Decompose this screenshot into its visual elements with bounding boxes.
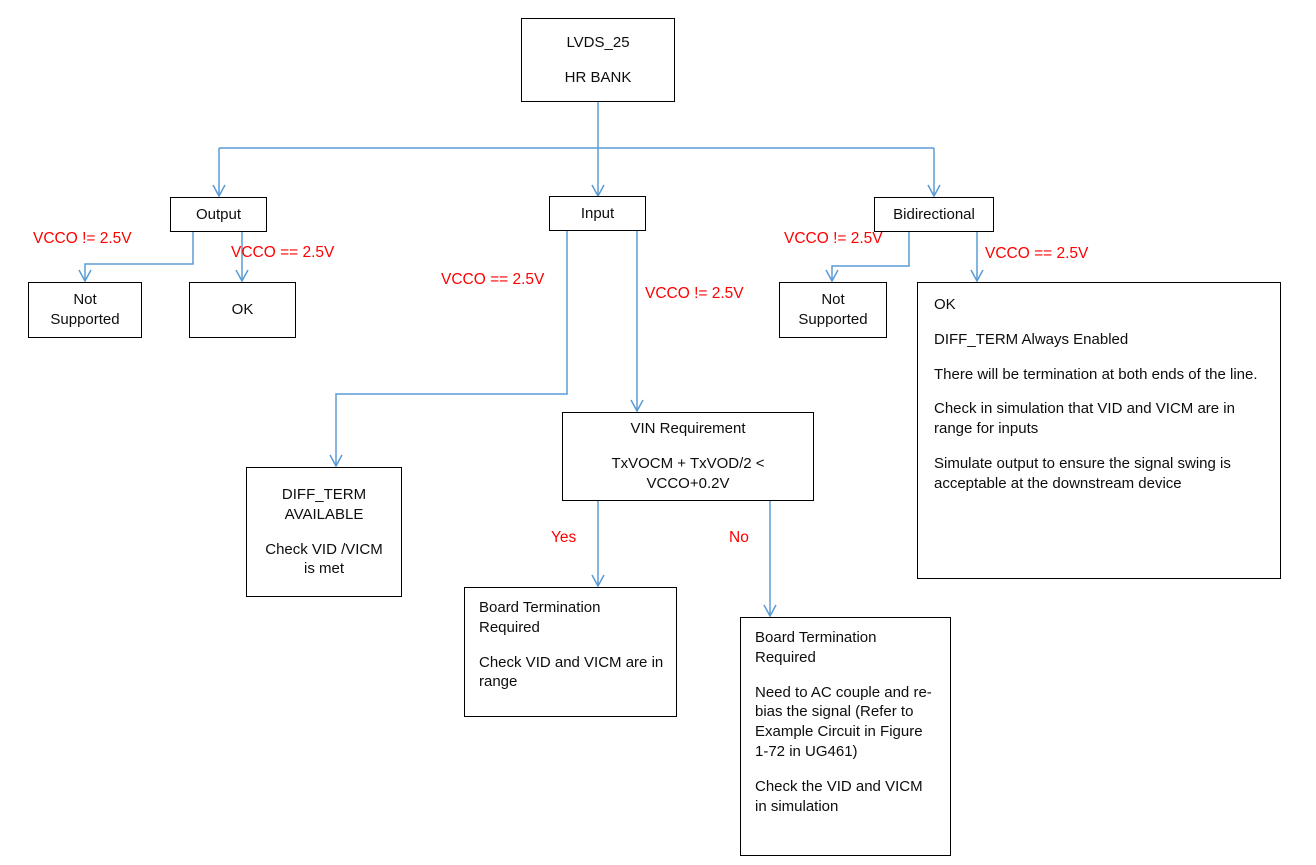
node-output-ok-label: OK (231, 301, 254, 319)
arrowhead-diff-term (329, 454, 343, 468)
edge-label-vin-no: No (729, 529, 749, 546)
node-diff-term-line3: Check VID /VICM (265, 540, 383, 558)
edge-label-vin-yes: Yes (551, 529, 577, 546)
edge-label-input-right: VCCO != 2.5V (645, 285, 744, 302)
node-output-not-supported-line1: Not (73, 291, 97, 309)
edge-label-output-not-supported: VCCO != 2.5V (33, 230, 132, 247)
node-bidir-ok-p4: Check in simulation that VID and VICM ar… (934, 400, 1235, 438)
node-output-not-supported[interactable]: Not Supported (28, 282, 142, 338)
arrowhead-vin-no (763, 604, 777, 618)
node-output-ok[interactable]: OK (189, 282, 296, 338)
arrowhead-bidir-ok (970, 269, 984, 283)
node-board-term-yes-p2: Check VID and VICM are in range (479, 653, 664, 691)
node-board-term-yes[interactable]: Board Termination Required Check VID and… (464, 587, 677, 717)
node-board-term-no-p3: Check the VID and VICM in simulation (755, 777, 923, 815)
arrowhead-output (212, 184, 226, 198)
flowchart-canvas: LVDS_25 HR BANK Output Input Bidirection… (0, 0, 1316, 865)
node-input-label: Input (580, 204, 615, 222)
node-bidir-not-supported-line2: Supported (798, 311, 868, 328)
node-vin-requirement[interactable]: VIN Requirement TxVOCM + TxVOD/2 < VCCO+… (562, 412, 814, 501)
edge-label-bidir-not-supported: VCCO != 2.5V (784, 230, 883, 247)
arrowhead-vin-yes (591, 574, 605, 588)
node-root-line1: LVDS_25 (566, 33, 630, 51)
node-board-term-no-p2: Need to AC couple and re-bias the signal… (755, 683, 932, 760)
node-diff-term-line1: DIFF_TERM (281, 485, 367, 503)
node-bidir-not-supported-line1: Not (821, 291, 845, 309)
node-bidirectional-label: Bidirectional (893, 205, 975, 223)
edge-label-input-left: VCCO == 2.5V (441, 271, 545, 288)
edge-label-bidir-ok: VCCO == 2.5V (985, 245, 1089, 262)
node-vin-line3: VCCO+0.2V (646, 474, 730, 492)
wire-input-to-diff-term (335, 230, 568, 466)
node-bidir-ok-p3: There will be termination at both ends o… (934, 365, 1258, 383)
node-output-not-supported-line2: Supported (50, 311, 120, 328)
arrowhead-bidirectional (927, 184, 941, 198)
node-board-term-yes-p1: Board Termination Required (479, 599, 601, 636)
node-bidir-ok-p2: DIFF_TERM Always Enabled (934, 330, 1129, 348)
arrowhead-vin-requirement (630, 399, 644, 413)
arrowhead-input (591, 184, 605, 198)
node-board-term-no[interactable]: Board Termination Required Need to AC co… (740, 617, 951, 856)
node-diff-term-available[interactable]: DIFF_TERM AVAILABLE Check VID /VICM is m… (246, 467, 402, 597)
arrowhead-output-not-supported (78, 269, 92, 283)
node-input[interactable]: Input (549, 196, 646, 231)
node-bidirectional[interactable]: Bidirectional (874, 197, 994, 232)
node-bidir-ok[interactable]: OK DIFF_TERM Always Enabled There will b… (917, 282, 1281, 579)
node-root[interactable]: LVDS_25 HR BANK (521, 18, 675, 102)
node-bidir-ok-p1: OK (934, 296, 956, 313)
edge-label-output-ok: VCCO == 2.5V (231, 244, 335, 261)
node-vin-line1: VIN Requirement (630, 420, 746, 438)
node-board-term-no-p1: Board Termination Required (755, 629, 877, 666)
node-vin-line2: TxVOCM + TxVOD/2 < (611, 455, 765, 473)
node-output-label: Output (195, 205, 242, 223)
node-root-line2: HR BANK (564, 68, 632, 86)
node-bidir-ok-p5: Simulate output to ensure the signal swi… (934, 454, 1231, 492)
arrowhead-bidir-not-supported (825, 269, 839, 283)
arrowhead-output-ok (235, 269, 249, 283)
node-diff-term-line2: AVAILABLE (284, 505, 364, 523)
node-output[interactable]: Output (170, 197, 267, 232)
node-diff-term-line4: is met (303, 560, 344, 578)
node-bidir-not-supported[interactable]: Not Supported (779, 282, 887, 338)
